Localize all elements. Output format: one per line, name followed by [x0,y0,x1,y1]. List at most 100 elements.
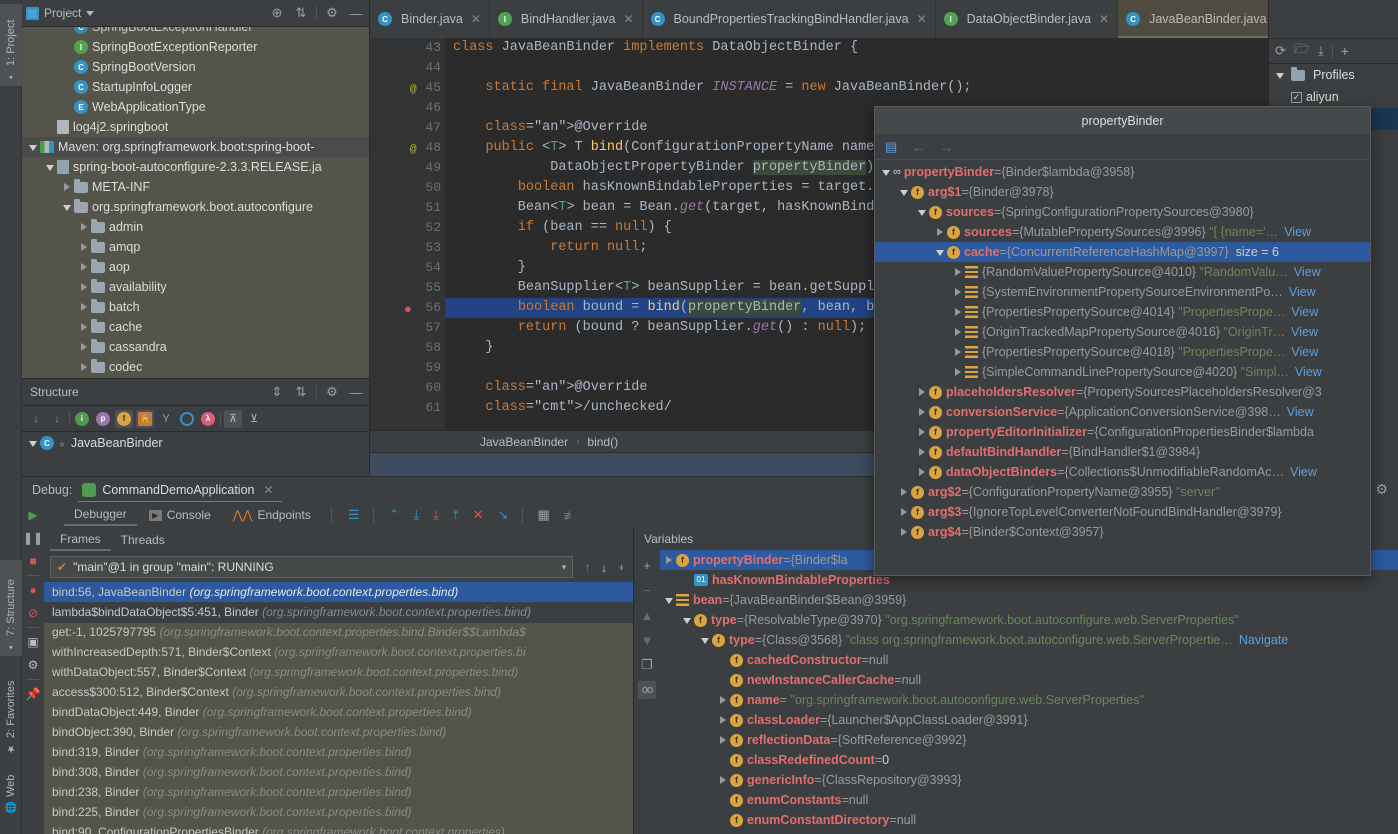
variable-row[interactable]: {PropertiesPropertySource@4018} "Propert… [875,342,1370,362]
annotation-gutter-icon[interactable]: @ [410,80,417,100]
chevron-right-icon[interactable] [919,408,925,416]
filter-icon[interactable]: ⍖ [617,559,625,575]
frame-row[interactable]: bind:238, Binder (org.springframework.bo… [44,782,633,802]
show-properties-icon[interactable]: p [94,410,112,428]
copy-icon[interactable]: ❐ [638,656,656,674]
settings-icon[interactable]: ⚙ [1375,481,1388,498]
annotation-gutter-icon[interactable]: @ [410,140,417,160]
minimize-icon[interactable]: — [347,4,365,22]
gutter-line[interactable]: 57 [370,318,445,338]
frame-row[interactable]: access$300:512, Binder$Context (org.spri… [44,682,633,702]
chevron-down-icon[interactable] [29,441,37,447]
show-lambdas-icon[interactable]: λ [199,410,217,428]
code-line[interactable]: static final JavaBeanBinder INSTANCE = n… [445,78,1398,98]
maven-tree-item[interactable]: ✓ aliyun [1269,86,1398,108]
tab-frames[interactable]: Frames [50,529,111,551]
chevron-right-icon[interactable] [81,323,87,331]
chevron-down-icon[interactable] [46,165,54,171]
chevron-right-icon[interactable] [720,716,726,724]
variable-row[interactable]: {RandomValuePropertySource@4010} "Random… [875,262,1370,282]
frames-list[interactable]: bind:56, JavaBeanBinder (org.springframe… [44,582,633,834]
pause-icon[interactable]: ❚❚ [23,529,43,547]
debug-config-tab[interactable]: CommandDemoApplication ✕ [78,477,282,503]
variable-view-link[interactable]: View [1295,362,1322,382]
gutter-line[interactable]: 54 [370,258,445,278]
chevron-right-icon[interactable] [81,223,87,231]
gutter-line[interactable]: 52 [370,218,445,238]
step-into-icon[interactable]: ⤓ [433,507,439,523]
structure-root-row[interactable]: C ∘ JavaBeanBinder [22,432,369,454]
chevron-right-icon[interactable] [720,776,726,784]
show-execution-point-icon[interactable]: ⌃ [388,507,399,523]
chevron-down-icon[interactable] [63,205,71,211]
gutter-line[interactable]: @48 [370,138,445,158]
editor-tab[interactable]: I BindHandler.java ✕ [490,0,643,38]
chevron-right-icon[interactable] [937,228,943,236]
locate-icon[interactable]: ⊕ [268,4,286,22]
gutter-line[interactable]: ● 56 [370,298,445,318]
frame-row[interactable]: withDataObject:557, Binder$Context (org.… [44,662,633,682]
close-icon[interactable]: ✕ [623,12,633,26]
project-tree-item[interactable]: codec [22,357,369,377]
gutter-line[interactable]: @45 [370,78,445,98]
editor-tab[interactable]: C BoundPropertiesTrackingBindHandler.java… [643,0,936,38]
project-tree-item[interactable]: cassandra [22,337,369,357]
gutter-line[interactable]: 59 [370,358,445,378]
variable-row[interactable]: ∞ propertyBinder = {Binder$lambda@3958} [875,162,1370,182]
chevron-down-icon[interactable] [1276,73,1284,79]
editor-tab[interactable]: I DataObjectBinder.java ✕ [936,0,1119,38]
step-out-icon[interactable]: ✕ [473,507,484,523]
variable-view-link[interactable]: View [1291,322,1318,342]
variable-row[interactable]: f genericInfo = {ClassRepository@3993} [660,770,1398,790]
add-icon[interactable]: + [638,556,656,574]
chevron-right-icon[interactable] [720,696,726,704]
chevron-down-icon[interactable] [701,638,709,644]
chevron-down-icon[interactable] [683,618,691,624]
variable-view-link[interactable]: View [1287,402,1314,422]
sort-by-visibility-icon[interactable]: ↓ [27,410,45,428]
variable-row[interactable]: f classLoader = {Launcher$AppClassLoader@… [660,710,1398,730]
collapse-icon[interactable]: ⊻ [245,410,263,428]
variable-row[interactable]: f arg$1 = {Binder@3978} [875,182,1370,202]
chevron-right-icon[interactable] [901,508,907,516]
stop-icon[interactable]: ■ [24,552,42,570]
inspect-icon[interactable]: ▤ [885,139,897,155]
variable-row[interactable]: f arg$4 = {Binder$Context@3957} [875,522,1370,542]
gutter-line[interactable]: 55 [370,278,445,298]
frame-row[interactable]: lambda$bindDataObject$5:451, Binder (org… [44,602,633,622]
variable-row[interactable]: f type = {Class@3568} "class org.springfr… [660,630,1398,650]
breakpoint-icon[interactable]: ● [404,300,412,320]
frame-row[interactable]: bindDataObject:449, Binder (org.springfr… [44,702,633,722]
run-to-cursor-icon[interactable]: ↘ [498,507,509,523]
up-arrow-icon[interactable]: ↑ [584,560,591,575]
project-tree-item[interactable]: C StartupInfoLogger [22,77,369,97]
gear-icon[interactable]: ⚙ [323,383,341,401]
chevron-right-icon[interactable] [81,243,87,251]
gutter-line[interactable]: 51 [370,198,445,218]
chevron-right-icon[interactable] [666,556,672,564]
gutter-line[interactable]: 58 [370,338,445,358]
gutter-line[interactable]: 46 [370,98,445,118]
chevron-down-icon[interactable] [86,10,95,16]
tab-threads[interactable]: Threads [111,530,175,550]
close-icon[interactable]: ✕ [263,483,273,497]
code-line[interactable] [445,58,1398,78]
variables-list[interactable]: f propertyBinder = {Binder$la 01 hasKnownBi… [660,550,1398,834]
project-tree-item[interactable]: amqp [22,237,369,257]
expand-all-icon[interactable]: ⇕ [268,383,286,401]
show-non-public-icon[interactable]: 🔒 [136,409,154,428]
project-tree-item[interactable]: org.springframework.boot.autoconfigure [22,197,369,217]
chevron-right-icon[interactable] [955,328,961,336]
tool-tab-web[interactable]: 🌐 Web [0,762,22,818]
add-icon[interactable]: + [1341,43,1349,59]
chevron-right-icon[interactable] [955,308,961,316]
checkbox-checked[interactable]: ✓ [1291,91,1302,103]
project-tree-item[interactable]: C SpringBootVersion [22,57,369,77]
variable-row[interactable]: f conversionService = {ApplicationConvers… [875,402,1370,422]
close-icon[interactable]: ✕ [1099,12,1109,26]
gutter-line[interactable]: 53 [370,238,445,258]
chevron-right-icon[interactable] [919,388,925,396]
screenshot-icon[interactable]: ▣ [24,633,42,651]
download-sources-icon[interactable]: 🗁 [1294,40,1310,62]
chevron-right-icon[interactable] [919,428,925,436]
